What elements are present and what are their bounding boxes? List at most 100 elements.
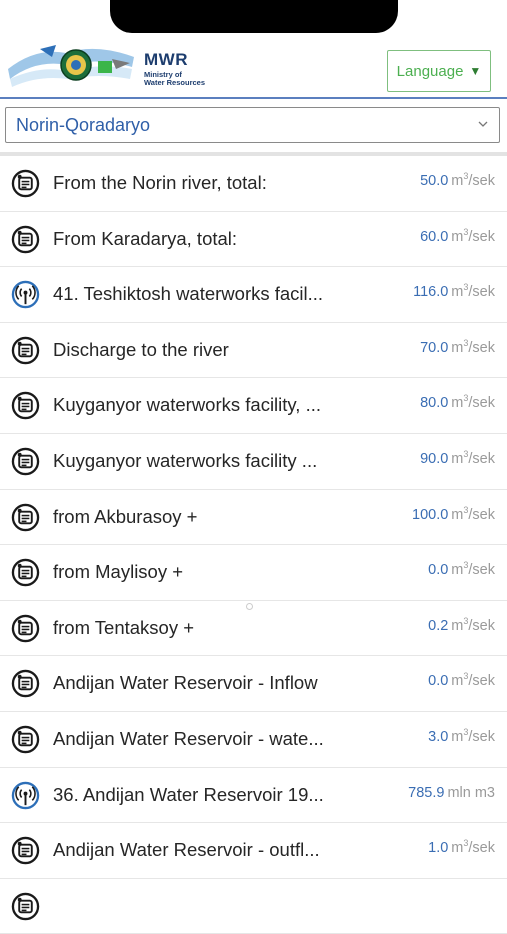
station-value: 116.0 m3/sek bbox=[413, 282, 495, 300]
station-row[interactable]: 36. Andijan Water Reservoir 19... 785.9 ml… bbox=[0, 767, 507, 824]
unit-base: m bbox=[451, 284, 464, 301]
basin-select-value: Norin-Qoradaryo bbox=[16, 114, 151, 135]
unit-base: m bbox=[451, 339, 464, 356]
station-value: 0.0 m3/sek bbox=[428, 671, 495, 689]
water-meter-icon bbox=[11, 892, 40, 921]
value-unit: m3/sek bbox=[451, 560, 495, 579]
station-value: 70.0 m3/sek bbox=[420, 338, 495, 356]
station-row[interactable]: Andijan Water Reservoir - outfl... 1.0 m3/… bbox=[0, 823, 507, 879]
station-row[interactable]: Kuyganyor waterworks facility, ... 80.0 m3… bbox=[0, 378, 507, 434]
org-full-name: Ministry of Water Resources bbox=[144, 70, 205, 87]
value-number: 90.0 bbox=[420, 450, 449, 467]
value-unit: m3/sek bbox=[451, 227, 495, 245]
station-row[interactable] bbox=[0, 878, 507, 934]
station-value: 60.0 m3/sek bbox=[420, 227, 495, 245]
station-value: 1.0 m3/sek bbox=[428, 838, 495, 856]
station-row[interactable]: From the Norin river, total: 50.0 m3/sek bbox=[0, 156, 507, 212]
language-button[interactable]: Language ▼ bbox=[387, 50, 491, 92]
water-meter-icon bbox=[11, 614, 40, 643]
unit-tail: /sek bbox=[468, 284, 495, 301]
value-number: 116.0 bbox=[413, 284, 449, 301]
unit-base: m bbox=[451, 228, 464, 245]
station-name: Kuyganyor waterworks facility, ... bbox=[53, 394, 321, 416]
water-meter-icon bbox=[11, 669, 40, 698]
water-meter-icon bbox=[11, 725, 40, 754]
chevron-down-icon bbox=[478, 121, 488, 127]
station-value bbox=[492, 894, 495, 912]
language-label: Language bbox=[396, 62, 464, 80]
value-number: 0.0 bbox=[428, 673, 449, 690]
station-name: Discharge to the river bbox=[53, 338, 229, 360]
unit-base: m bbox=[451, 562, 464, 579]
station-name: from Akburasoy + bbox=[53, 505, 198, 527]
value-unit: m3/sek bbox=[451, 338, 495, 356]
unit-tail: /sek bbox=[468, 840, 495, 857]
value-number: 0.0 bbox=[428, 562, 449, 579]
value-unit: m3/sek bbox=[451, 505, 495, 523]
org-short-name: MWR bbox=[144, 50, 188, 69]
unit-tail: /sek bbox=[468, 562, 495, 579]
value-number: 100.0 bbox=[412, 506, 449, 523]
station-name: from Maylisoy + bbox=[53, 561, 184, 583]
value-number: 50.0 bbox=[420, 173, 449, 189]
unit-base: m bbox=[451, 450, 464, 467]
station-row[interactable]: Kuyganyor waterworks facility ... 90.0 m3/… bbox=[0, 433, 507, 490]
value-number: 80.0 bbox=[420, 395, 449, 412]
phone-notch bbox=[110, 0, 398, 33]
unit-base: m bbox=[451, 506, 464, 523]
station-row[interactable]: Andijan Water Reservoir - wate... 3.0 m3/s… bbox=[0, 711, 507, 768]
value-number: 0.2 bbox=[428, 617, 449, 634]
value-unit: m3/sek bbox=[451, 393, 495, 412]
unit-tail: /sek bbox=[468, 450, 495, 467]
station-row[interactable]: Andijan Water Reservoir - Inflow 0.0 m3/se… bbox=[0, 656, 507, 712]
value-number: 785.9 bbox=[408, 784, 445, 801]
station-row[interactable]: from Akburasoy + 100.0 m3/sek bbox=[0, 489, 507, 546]
unit-tail: /sek bbox=[468, 339, 495, 356]
basin-select[interactable]: Norin-Qoradaryo bbox=[5, 107, 500, 143]
unit-base: m bbox=[451, 617, 464, 634]
value-unit: m3/sek bbox=[451, 727, 495, 745]
value-unit: m3/sek bbox=[451, 671, 495, 689]
unit-base: m bbox=[451, 840, 464, 857]
unit-tail: /sek bbox=[468, 617, 495, 634]
station-name: From Karadarya, total: bbox=[53, 227, 238, 249]
value-number: 3.0 bbox=[428, 728, 449, 745]
unit-base: m bbox=[451, 173, 464, 189]
station-value: 50.0 m3/sek bbox=[420, 171, 495, 189]
water-meter-icon bbox=[11, 391, 40, 420]
value-number: 60.0 bbox=[420, 228, 449, 245]
unit-tail: /sek bbox=[468, 228, 495, 245]
station-value: 100.0 m3/sek bbox=[412, 505, 495, 523]
value-unit: m3/sek bbox=[451, 616, 495, 634]
station-row[interactable]: 41. Teshiktosh waterworks facil... 116.0 m… bbox=[0, 267, 507, 323]
water-meter-icon bbox=[11, 169, 40, 198]
app-header: MWR Ministry of Water Resources Language… bbox=[0, 33, 507, 98]
value-unit: m3/sek bbox=[451, 449, 495, 467]
broadcast-sensor-icon bbox=[11, 280, 40, 309]
header-divider bbox=[0, 97, 507, 99]
station-value: 90.0 m3/sek bbox=[420, 449, 495, 467]
station-name: 41. Teshiktosh waterworks facil... bbox=[53, 283, 324, 305]
station-row[interactable]: From Karadarya, total: 60.0 m3/sek bbox=[0, 211, 507, 268]
dropdown-triangle-icon: ▼ bbox=[469, 64, 482, 78]
water-meter-icon bbox=[11, 558, 40, 587]
value-unit: m3/sek bbox=[451, 838, 495, 857]
water-meter-icon bbox=[11, 225, 40, 254]
station-row[interactable]: from Maylisoy + 0.0 m3/sek bbox=[0, 545, 507, 601]
unit-tail: /sek bbox=[468, 395, 495, 412]
scroll-indicator-dot bbox=[246, 603, 253, 610]
unit-tail: /sek bbox=[468, 728, 495, 745]
unit-base: m bbox=[451, 395, 464, 412]
station-value: 3.0 m3/sek bbox=[428, 727, 495, 745]
water-meter-icon bbox=[11, 503, 40, 532]
station-row[interactable]: from Tentaksoy + 0.2 m3/sek bbox=[0, 600, 507, 657]
station-name: Andijan Water Reservoir - outfl... bbox=[53, 839, 320, 861]
station-list: From the Norin river, total: 50.0 m3/sek Fr… bbox=[0, 156, 507, 934]
station-value: 80.0 m3/sek bbox=[420, 393, 495, 411]
unit-base: m bbox=[451, 728, 464, 745]
station-row[interactable]: Discharge to the river 70.0 m3/sek bbox=[0, 322, 507, 379]
unit-tail: /sek bbox=[468, 173, 495, 189]
water-meter-icon bbox=[11, 336, 40, 365]
unit-tail: /sek bbox=[468, 506, 495, 523]
station-name: from Tentaksoy + bbox=[53, 616, 195, 638]
